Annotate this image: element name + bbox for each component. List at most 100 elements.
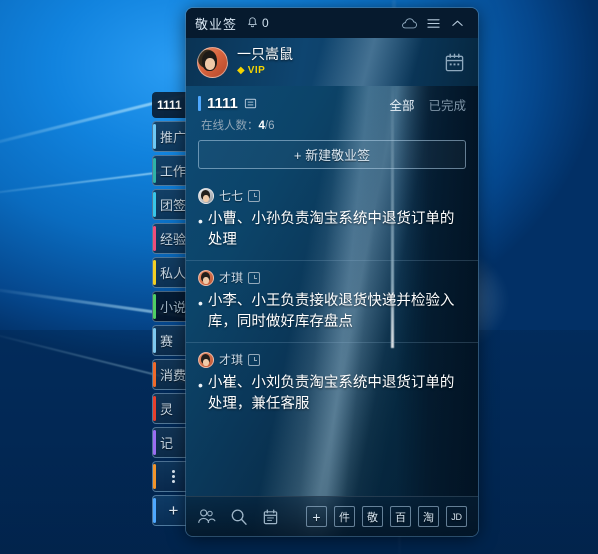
notes-list: 七七 • 小曹、小孙负责淘宝系统中退货订单的处理 才琪 • 小李、小王负责接收退… — [186, 179, 478, 496]
menu-button[interactable] — [421, 12, 445, 34]
tab-accent-bar — [153, 430, 156, 455]
note-text: 小李、小王负责接收退货快递并检验入库，同时做好库存盘点 — [207, 293, 455, 331]
calendar-button[interactable] — [441, 49, 467, 75]
notification-count: 0 — [262, 16, 269, 30]
note-body: • 小崔、小刘负责淘宝系统中退货订单的处理，兼任客服 — [198, 373, 466, 415]
note-header: 七七 — [198, 183, 466, 209]
search-button[interactable] — [230, 508, 248, 526]
shortcut-buttons: + 件 敬 百 淘 JD — [306, 506, 467, 527]
window-titlebar[interactable]: 敬业签 0 — [186, 8, 478, 38]
online-count-row: 在线人数：4/6 — [186, 117, 478, 140]
bottom-toolbar: + 件 敬 百 淘 JD — [186, 496, 478, 536]
more-dots-icon — [172, 470, 175, 483]
sidebar-item-label: 私人 — [160, 266, 187, 281]
sidebar-item-label: 经验 — [160, 232, 187, 247]
sidebar-item-label: 赛 — [160, 334, 174, 349]
search-icon — [231, 508, 247, 525]
bullet-icon: • — [198, 377, 203, 394]
note-header: 才琪 — [198, 347, 466, 373]
bell-icon — [248, 17, 257, 28]
profile-bar[interactable]: 一只嵩鼠 ◆ VIP — [186, 38, 478, 86]
contacts-button[interactable] — [197, 508, 216, 525]
group-title: 1111 — [207, 95, 238, 112]
group-accent-bar — [198, 96, 201, 111]
list-item[interactable]: 七七 • 小曹、小孙负责淘宝系统中退货订单的处理 — [186, 179, 478, 262]
tab-accent-bar — [153, 294, 156, 319]
note-author-name: 七七 — [219, 189, 244, 203]
tab-accent-bar — [153, 124, 156, 149]
tab-completed[interactable]: 已完成 — [428, 95, 466, 114]
calendar-view-button[interactable] — [262, 508, 279, 526]
list-item[interactable]: 才琪 • 小崔、小刘负责淘宝系统中退货订单的处理，兼任客服 — [186, 343, 478, 424]
avatar-face — [205, 57, 215, 70]
note-text: 小曹、小孙负责淘宝系统中退货订单的处理 — [207, 211, 455, 249]
list-item[interactable]: 才琪 • 小李、小王负责接收退货快递并检验入库，同时做好库存盘点 — [186, 261, 478, 344]
group-header: 1111 全部 已完成 — [186, 86, 478, 117]
profile-name: 一只嵩鼠 — [237, 46, 293, 63]
chevron-up-icon — [451, 20, 463, 26]
note-author-avatar — [198, 269, 214, 286]
notification-bell[interactable]: 0 — [246, 16, 269, 30]
baidu-shortcut-button[interactable]: 百 — [390, 506, 411, 527]
sidebar-item-label: 小说 — [160, 300, 187, 315]
clock-icon[interactable] — [248, 189, 261, 202]
new-note-area: + 新建敬业签 — [186, 140, 478, 179]
add-shortcut-button[interactable]: + — [306, 506, 327, 527]
tab-accent-bar — [153, 498, 156, 523]
online-total: /6 — [264, 120, 275, 132]
note-author-name: 才琪 — [219, 353, 244, 368]
jingyeqian-app-window: 敬业签 0 一只嵩鼠 ◆ VIP 1111 全部 已完成 在线人数：4/6 + … — [186, 8, 478, 536]
note-author-name: 才琪 — [219, 271, 244, 286]
group-title-wrap[interactable]: 1111 — [198, 95, 257, 112]
note-text: 小崔、小刘负责淘宝系统中退货订单的处理，兼任客服 — [207, 375, 455, 413]
vip-badge: ◆ VIP — [237, 66, 293, 77]
clock-icon[interactable] — [248, 353, 261, 366]
tab-accent-bar — [153, 192, 156, 217]
sidebar-item-label: 消费 — [160, 368, 187, 383]
sidebar-item-label: 团签 — [160, 198, 187, 213]
plus-icon: + — [168, 500, 179, 520]
cloud-icon — [401, 17, 417, 28]
tab-accent-bar — [153, 260, 156, 285]
contacts-icon — [198, 509, 216, 523]
avatar-face — [203, 276, 209, 284]
calendar-icon — [445, 53, 463, 71]
note-header: 才琪 — [198, 265, 466, 291]
note-body: • 小李、小王负责接收退货快递并检验入库，同时做好库存盘点 — [198, 291, 466, 333]
tab-accent-bar — [153, 158, 156, 183]
list-icon — [244, 98, 257, 109]
bullet-icon: • — [198, 213, 203, 229]
new-note-button[interactable]: + 新建敬业签 — [198, 140, 466, 169]
avatar[interactable] — [197, 46, 228, 78]
clock-icon[interactable] — [248, 271, 261, 284]
calendar-icon — [263, 509, 278, 524]
diamond-icon: ◆ — [237, 65, 245, 77]
note-author-avatar — [198, 351, 214, 368]
sidebar-item-label: 灵 — [160, 402, 174, 417]
cloud-sync-button[interactable] — [397, 12, 421, 34]
profile-info: 一只嵩鼠 ◆ VIP — [237, 47, 293, 76]
taobao-shortcut-button[interactable]: 淘 — [418, 506, 439, 527]
bullet-icon: • — [198, 295, 203, 312]
jingye-shortcut-button[interactable]: 敬 — [362, 506, 383, 527]
jd-shortcut-button[interactable]: JD — [446, 506, 467, 527]
sidebar-item-label: 推广 — [160, 130, 187, 145]
vip-label: VIP — [247, 65, 266, 77]
note-body: • 小曹、小孙负责淘宝系统中退货订单的处理 — [198, 209, 466, 251]
tab-all[interactable]: 全部 — [389, 95, 414, 114]
sidebar-item-label: 记 — [160, 436, 174, 451]
app-title: 敬业签 — [195, 16, 238, 32]
window-body: 1111 全部 已完成 在线人数：4/6 + 新建敬业签 七七 • 小曹、小孙负… — [186, 86, 478, 536]
mail-shortcut-button[interactable]: 件 — [334, 506, 355, 527]
collapse-button[interactable] — [445, 12, 469, 34]
avatar-face — [203, 358, 209, 366]
group-filter-tabs: 全部 已完成 — [389, 95, 466, 114]
sidebar-item-label: 工作 — [160, 164, 187, 179]
group-list-button[interactable] — [244, 97, 257, 110]
sidebar-item-label: 1111 — [157, 98, 182, 112]
hamburger-menu-icon — [426, 18, 440, 28]
avatar-face — [203, 194, 209, 202]
online-label: 在线人数： — [201, 120, 259, 132]
tab-accent-bar — [153, 362, 156, 387]
note-author-avatar — [198, 187, 214, 204]
